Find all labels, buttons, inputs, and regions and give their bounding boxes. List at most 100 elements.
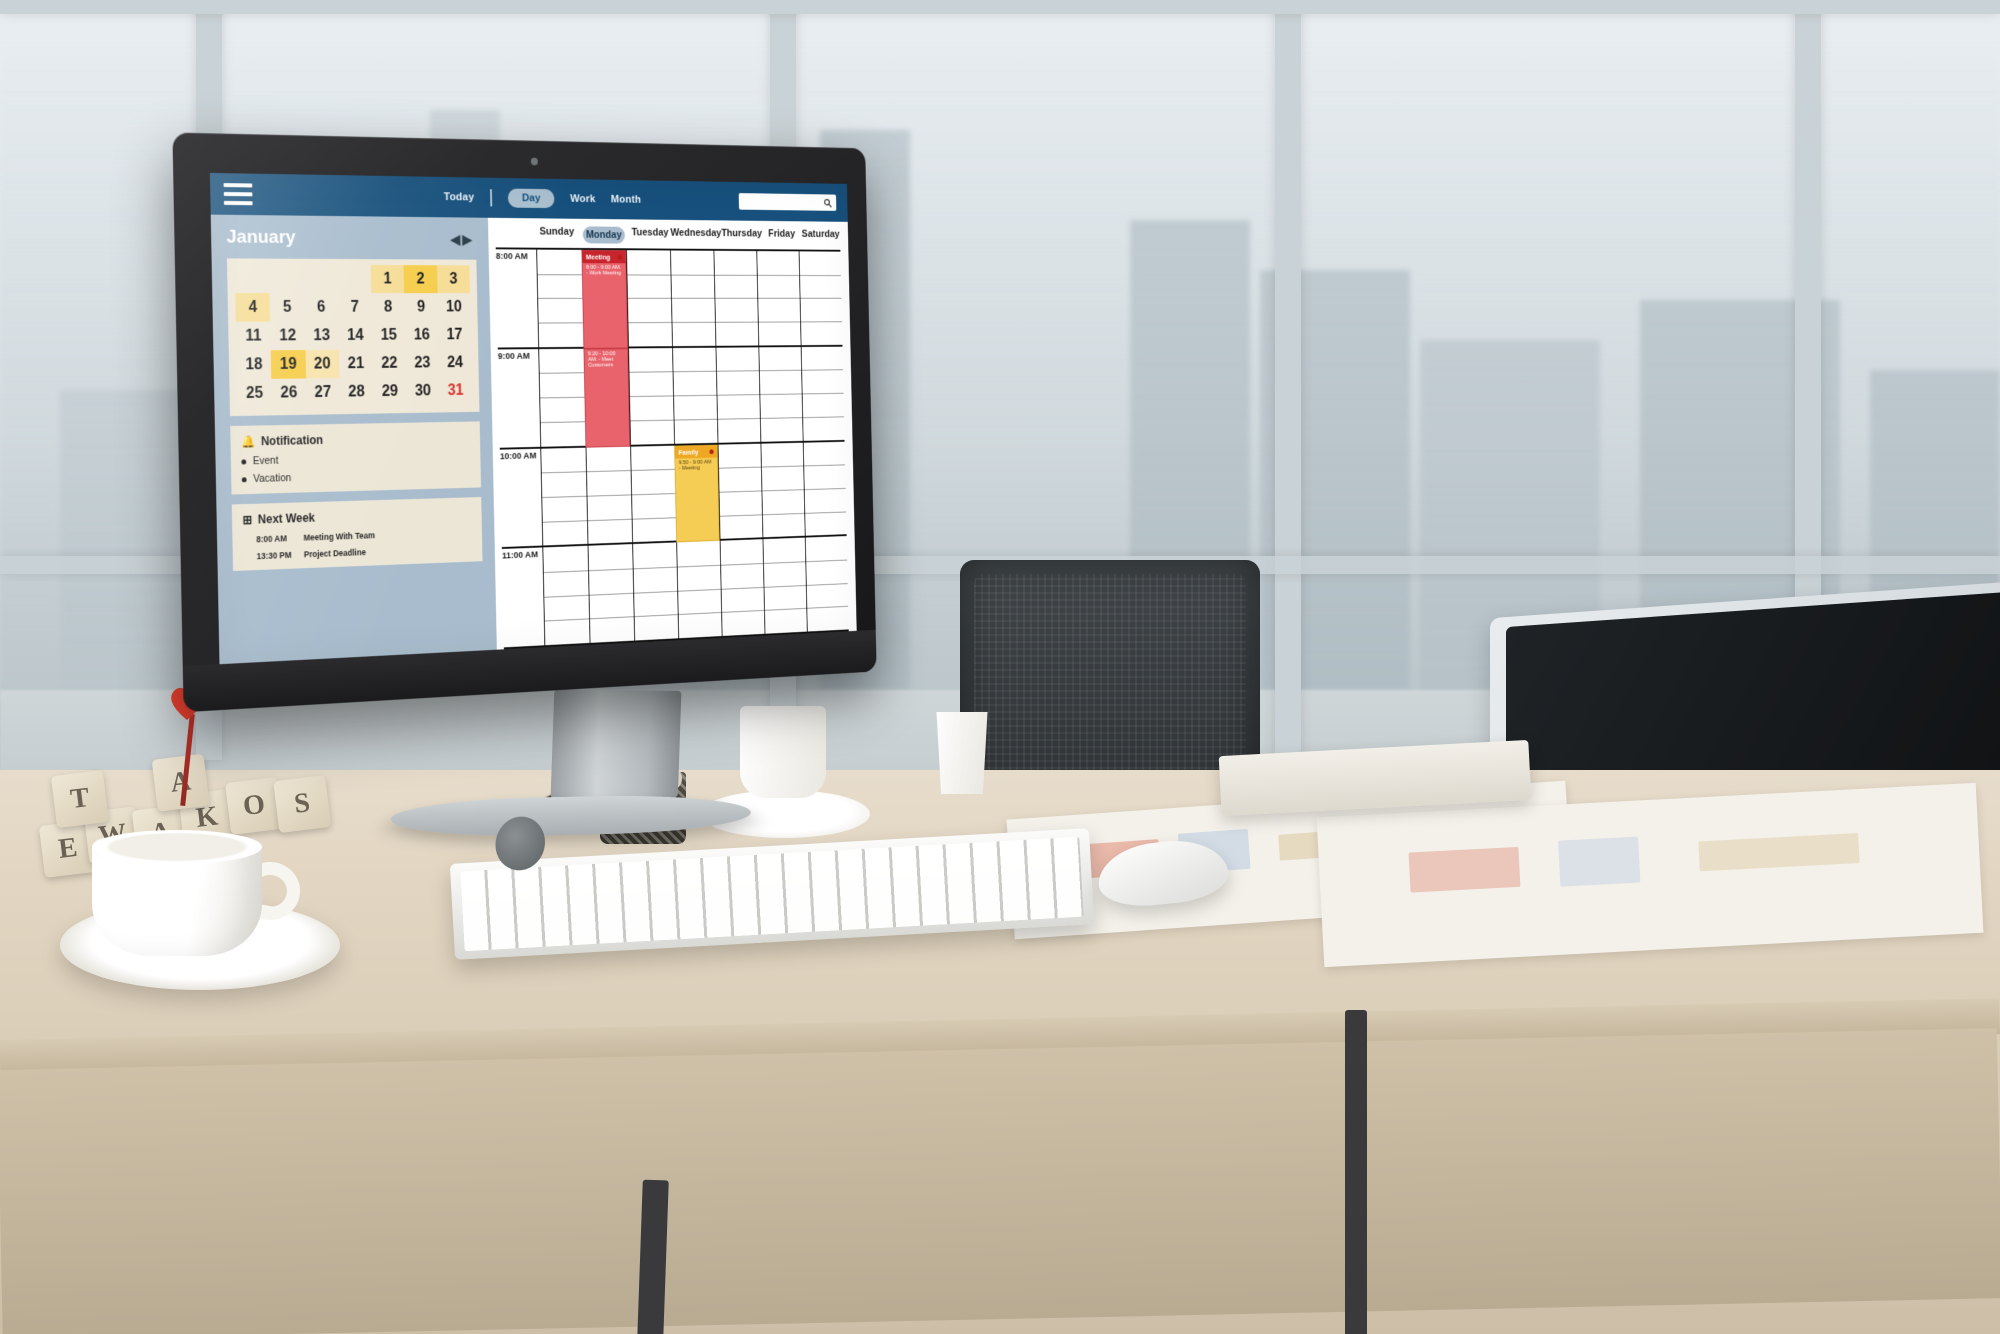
- mini-calendar-day[interactable]: 4: [235, 293, 271, 322]
- notification-item[interactable]: Vacation: [241, 468, 471, 486]
- calendar-event[interactable]: Meeting 8:00 - 9:00 AM. - Work Meeting: [581, 249, 629, 349]
- calendar-event[interactable]: Family 9:50 - 9:00 AM - Meeting: [674, 444, 720, 543]
- event-subtitle: 9:50 - 9:00 AM - Meeting: [678, 459, 712, 472]
- mini-calendar-day[interactable]: 14: [338, 321, 372, 349]
- day-header-sunday[interactable]: Sunday: [536, 226, 578, 243]
- day-header-tuesday[interactable]: Tuesday: [629, 227, 670, 244]
- mini-calendar-day[interactable]: 23: [406, 349, 439, 377]
- time-slot[interactable]: [672, 347, 718, 444]
- mini-calendar-day[interactable]: 2: [403, 265, 438, 294]
- quarter-line: [764, 608, 807, 612]
- mini-calendar-day[interactable]: 10: [437, 293, 470, 321]
- mini-calendar-day[interactable]: 21: [339, 349, 373, 378]
- day-header-thursday[interactable]: Thursday: [721, 228, 762, 245]
- time-slot[interactable]: [762, 537, 807, 634]
- time-slot[interactable]: [628, 347, 675, 445]
- time-slot[interactable]: [542, 545, 590, 646]
- search-input[interactable]: [738, 193, 837, 211]
- time-slot[interactable]: [715, 347, 761, 443]
- time-slot[interactable]: [630, 445, 677, 543]
- time-slot[interactable]: [804, 536, 849, 632]
- hour-cells: [542, 536, 849, 646]
- mini-calendar-day[interactable]: 3: [436, 265, 470, 294]
- mini-calendar-day[interactable]: 31: [439, 376, 472, 404]
- quarter-line: [715, 321, 758, 323]
- time-slot[interactable]: [587, 544, 635, 643]
- quarter-line: [588, 568, 633, 572]
- time-slot[interactable]: [585, 446, 633, 545]
- mini-calendar-day[interactable]: 6: [304, 293, 338, 321]
- notification-item[interactable]: Event: [241, 450, 470, 467]
- mini-calendar-day[interactable]: 18: [236, 350, 271, 379]
- day-header-friday[interactable]: Friday: [762, 228, 802, 245]
- time-slot[interactable]: [717, 443, 763, 540]
- mini-calendar-day[interactable]: 11: [236, 322, 271, 351]
- mini-calendar-day[interactable]: 5: [270, 293, 305, 322]
- mini-calendar-day[interactable]: 13: [305, 321, 339, 350]
- mini-calendar-day[interactable]: 17: [438, 321, 471, 349]
- time-slot[interactable]: [676, 541, 722, 639]
- mini-calendar-day[interactable]: 29: [373, 377, 407, 406]
- event-status-dot-icon: [617, 254, 622, 260]
- monitor-screen: Today Day Work Month January ◀ ▶ 1 2 3 4…: [209, 172, 857, 665]
- mini-calendar-day[interactable]: 22: [372, 349, 406, 377]
- view-tab-month[interactable]: Month: [611, 194, 641, 206]
- notification-panel: 🔔 Notification Event Vacation: [230, 421, 482, 495]
- event-header: Family: [675, 445, 718, 459]
- time-slot[interactable]: [719, 539, 765, 637]
- time-slot[interactable]: [758, 346, 803, 442]
- time-slot[interactable]: [540, 447, 588, 546]
- view-tab-work[interactable]: Work: [570, 193, 596, 205]
- mini-calendar-day[interactable]: 25: [237, 379, 272, 408]
- time-slot[interactable]: [626, 250, 673, 347]
- mini-calendar-day[interactable]: 16: [405, 321, 438, 349]
- plus-box-icon[interactable]: ⊞: [242, 513, 252, 527]
- time-slot[interactable]: [760, 442, 805, 538]
- time-slot[interactable]: [802, 441, 847, 536]
- time-slot[interactable]: [756, 251, 801, 346]
- mini-calendar-day[interactable]: 9: [404, 293, 437, 321]
- mini-calendar-day[interactable]: 28: [339, 378, 373, 407]
- mini-calendar[interactable]: ....123456789101112131415161718192021222…: [226, 258, 480, 417]
- day-header-monday[interactable]: Monday: [582, 226, 625, 244]
- hamburger-menu-icon[interactable]: [223, 183, 253, 206]
- desk-leg: [637, 1179, 669, 1334]
- calendar-grid[interactable]: 8:00 AM 9:00 AM 10:00 AM 11:00 AM Meeting 8:0…: [495, 247, 849, 650]
- day-header-saturday[interactable]: Saturday: [801, 229, 840, 246]
- time-slot[interactable]: [632, 542, 679, 641]
- time-slot[interactable]: [670, 250, 716, 346]
- caret-right-icon[interactable]: ▶: [462, 231, 473, 247]
- mini-calendar-day[interactable]: 20: [305, 349, 340, 379]
- next-week-row[interactable]: 13:30 PM Project Deadline: [243, 543, 472, 561]
- quarter-line: [719, 490, 762, 493]
- mini-calendar-day[interactable]: 1: [370, 264, 405, 294]
- quarter-line: [760, 417, 803, 419]
- mini-calendar-day[interactable]: 26: [271, 378, 306, 407]
- mini-calendar-day[interactable]: 12: [270, 322, 305, 351]
- mini-calendar-day[interactable]: 15: [372, 321, 406, 349]
- caret-left-icon[interactable]: ◀: [450, 231, 461, 247]
- quarter-line: [763, 561, 806, 564]
- quarter-line: [673, 394, 717, 397]
- time-slot[interactable]: [538, 348, 586, 447]
- mini-calendar-day[interactable]: 27: [306, 378, 340, 407]
- day-header-wednesday[interactable]: Wednesday: [670, 227, 721, 244]
- mini-calendar-day[interactable]: 7: [338, 293, 372, 321]
- mini-calendar-day[interactable]: 24: [438, 349, 471, 377]
- mini-calendar-day[interactable]: 30: [406, 377, 439, 405]
- next-week-row[interactable]: 8:00 AM Meeting With Team: [243, 527, 472, 545]
- month-nav: ◀ ▶: [450, 231, 473, 247]
- quarter-line: [628, 322, 672, 324]
- quarter-line: [537, 273, 582, 276]
- time-slot[interactable]: [713, 250, 759, 346]
- quarter-line: [803, 416, 845, 418]
- today-button[interactable]: Today: [444, 191, 475, 203]
- time-slot[interactable]: [800, 346, 845, 441]
- quarter-line: [671, 298, 715, 300]
- time-slot[interactable]: [536, 249, 584, 347]
- mini-calendar-day[interactable]: 19: [270, 350, 306, 379]
- time-slot[interactable]: [798, 251, 843, 345]
- mini-calendar-day[interactable]: 8: [371, 293, 405, 321]
- view-tab-day[interactable]: Day: [507, 188, 555, 209]
- calendar-event[interactable]: 9:20 - 10:00 AM. - Meet Customers: [583, 348, 631, 448]
